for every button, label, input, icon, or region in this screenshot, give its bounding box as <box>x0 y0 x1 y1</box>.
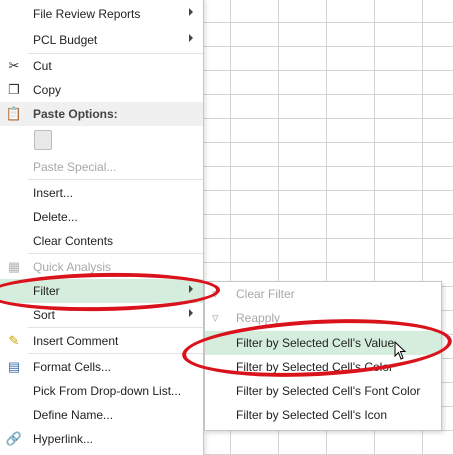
menu-separator <box>28 179 203 180</box>
menu-item-cut[interactable]: ✂ Cut <box>0 54 203 78</box>
submenu-item-label: Filter by Selected Cell's Font Color <box>236 384 421 398</box>
submenu-item-filter-by-font-color[interactable]: Filter by Selected Cell's Font Color <box>205 379 441 403</box>
menu-item-hyperlink[interactable]: 🔗 Hyperlink... <box>0 427 203 451</box>
menu-item-define-name[interactable]: Define Name... <box>0 403 203 427</box>
menu-header-label: Paste Options: <box>33 107 118 121</box>
mouse-cursor-icon <box>394 341 407 360</box>
paste-option-row <box>0 128 203 154</box>
submenu-item-label: Filter by Selected Cell's Icon <box>236 408 388 422</box>
menu-item-sort[interactable]: Sort <box>0 303 203 327</box>
menu-item-quick-analysis[interactable]: ▦ Quick Analysis <box>0 255 203 279</box>
menu-item-label: Cut <box>33 59 52 73</box>
scissors-icon: ✂ <box>8 58 20 73</box>
menu-separator <box>28 353 203 354</box>
clipboard-icon: 📋 <box>5 106 23 121</box>
submenu-arrow-icon <box>189 34 193 42</box>
submenu-item-clear-filter[interactable]: ▿ Clear Filter <box>205 282 441 306</box>
menu-separator <box>28 253 203 254</box>
submenu-item-reapply[interactable]: ▿ Reapply <box>205 306 441 330</box>
menu-item-label: Insert Comment <box>33 334 119 348</box>
menu-item-label: Filter <box>33 284 60 298</box>
menu-item-label: File Review Reports <box>33 7 141 21</box>
menu-item-label: Pick From Drop-down List... <box>33 384 182 398</box>
menu-item-label: Delete... <box>33 210 78 224</box>
submenu-item-label: Filter by Selected Cell's Value <box>236 336 395 350</box>
menu-item-label: Clear Contents <box>33 234 114 248</box>
copy-icon: ❐ <box>8 82 20 97</box>
format-cells-icon: ▤ <box>7 359 21 374</box>
paste-clipboard-icon[interactable] <box>34 129 52 150</box>
funnel-reapply-icon: ▿ <box>212 310 219 325</box>
menu-item-paste-special[interactable]: Paste Special... <box>0 155 203 179</box>
funnel-clear-icon: ▿ <box>212 286 219 301</box>
hyperlink-icon: 🔗 <box>5 431 23 446</box>
context-menu: File Review Reports PCL Budget ✂ Cut ❐ C… <box>0 0 204 455</box>
menu-separator <box>28 327 203 328</box>
menu-item-label: Paste Special... <box>33 160 117 174</box>
menu-item-pick-dropdown[interactable]: Pick From Drop-down List... <box>0 379 203 403</box>
menu-item-file-review-reports[interactable]: File Review Reports <box>0 2 203 26</box>
menu-item-label: Hyperlink... <box>33 432 94 446</box>
menu-item-insert[interactable]: Insert... <box>0 181 203 205</box>
comment-icon: ✎ <box>8 333 20 348</box>
menu-item-delete[interactable]: Delete... <box>0 205 203 229</box>
menu-item-label: Insert... <box>33 186 74 200</box>
menu-item-clear-contents[interactable]: Clear Contents <box>0 229 203 253</box>
submenu-arrow-icon <box>189 8 193 16</box>
menu-item-insert-comment[interactable]: ✎ Insert Comment <box>0 329 203 353</box>
submenu-arrow-icon <box>189 285 193 293</box>
submenu-item-label: Filter by Selected Cell's Color <box>236 360 394 374</box>
menu-item-copy[interactable]: ❐ Copy <box>0 78 203 102</box>
menu-item-label: Format Cells... <box>33 360 112 374</box>
menu-item-label: Quick Analysis <box>33 260 112 274</box>
menu-item-pcl-budget[interactable]: PCL Budget <box>0 28 203 52</box>
menu-item-label: Define Name... <box>33 408 114 422</box>
menu-item-label: PCL Budget <box>33 33 98 47</box>
menu-item-format-cells[interactable]: ▤ Format Cells... <box>0 355 203 379</box>
menu-header-paste-options: 📋 Paste Options: <box>0 102 203 126</box>
submenu-arrow-icon <box>189 309 193 317</box>
quick-analysis-icon: ▦ <box>7 259 21 274</box>
menu-item-filter[interactable]: Filter <box>0 279 203 303</box>
menu-item-label: Sort <box>33 308 56 322</box>
menu-item-label: Copy <box>33 83 62 97</box>
submenu-item-filter-by-icon[interactable]: Filter by Selected Cell's Icon <box>205 403 441 427</box>
